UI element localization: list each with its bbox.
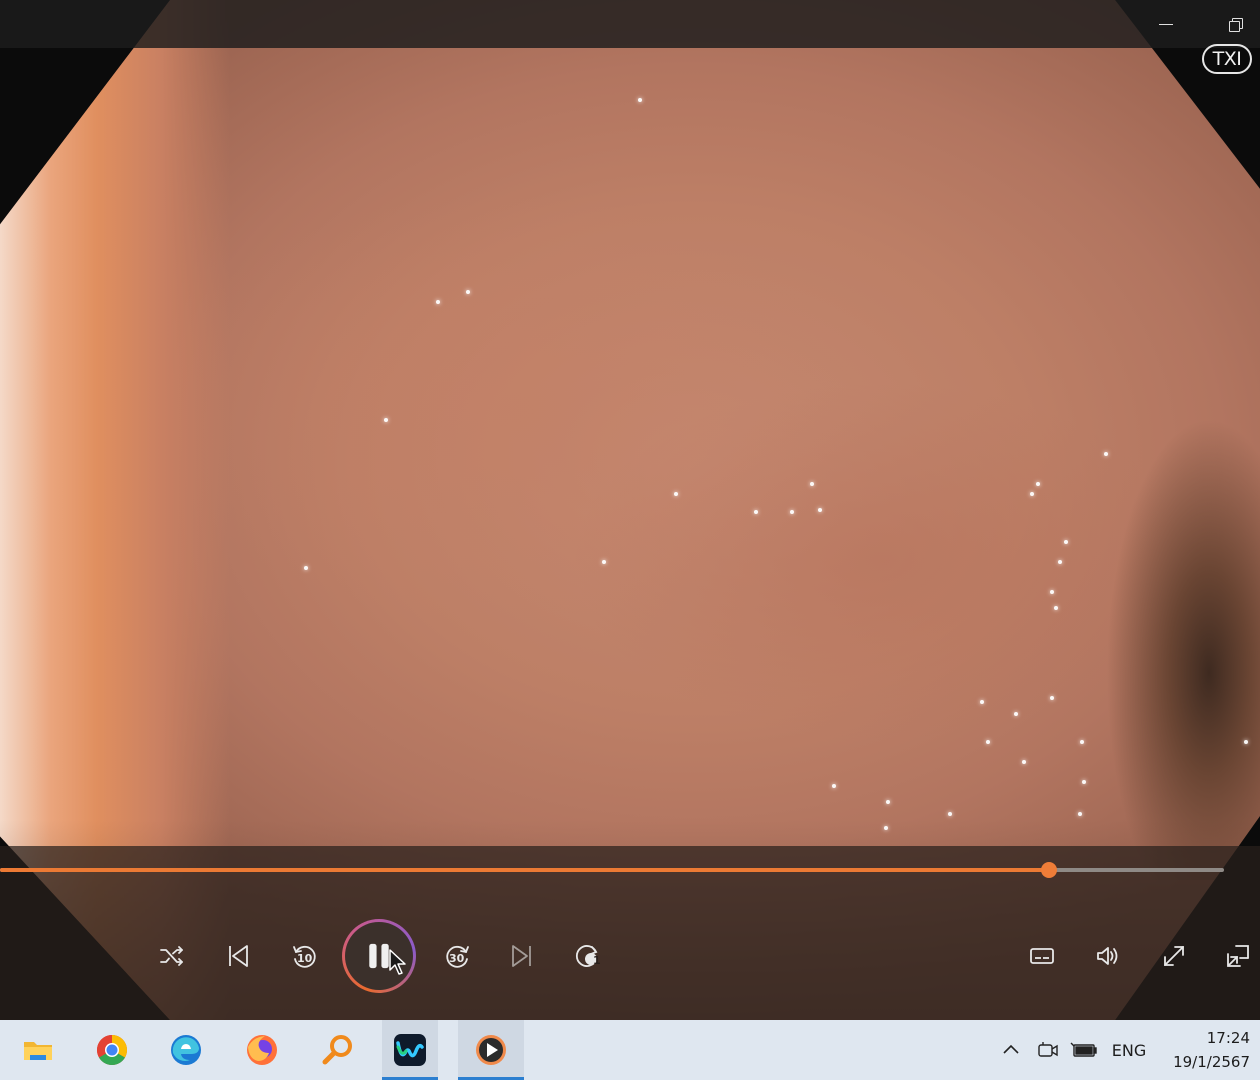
tray-clock[interactable]: 17:24 19/1/2567 (1160, 1026, 1250, 1074)
next-icon (512, 945, 531, 967)
video-glint (1050, 696, 1054, 700)
skip-back-seconds: 10 (297, 952, 313, 965)
taskbar-app-media-player[interactable] (458, 1020, 524, 1080)
video-glint (1054, 606, 1058, 610)
clock-time: 17:24 (1206, 1029, 1250, 1047)
taskbar-app-webex[interactable] (382, 1020, 438, 1080)
taskbar-app-search-tool[interactable] (310, 1020, 366, 1080)
tray-battery-button[interactable] (1068, 1020, 1100, 1080)
video-glint (980, 700, 984, 704)
miniplayer-button[interactable] (1216, 934, 1260, 978)
video-glint (1058, 560, 1062, 564)
video-glint (1064, 540, 1068, 544)
video-glint (1104, 452, 1108, 456)
video-glint (886, 800, 890, 804)
edge-icon (171, 1035, 201, 1065)
control-panel: 10 30 1 (0, 846, 1260, 1020)
video-shadow-right (1090, 420, 1260, 880)
search-tool-icon (322, 1035, 352, 1065)
video-glint (1030, 492, 1034, 496)
subtitles-button[interactable] (1020, 934, 1064, 978)
video-glint (1080, 740, 1084, 744)
webex-icon (394, 1034, 426, 1066)
repeat-button[interactable]: 1 (566, 934, 610, 978)
title-bar (0, 0, 1260, 48)
video-glint (1022, 760, 1026, 764)
taskbar-app-edge[interactable] (158, 1020, 214, 1080)
next-button[interactable] (500, 934, 544, 978)
video-glint (602, 560, 606, 564)
minimize-button[interactable] (1143, 0, 1189, 48)
video-glint (674, 492, 678, 496)
repeat-count: 1 (593, 954, 601, 967)
video-glint (754, 510, 758, 514)
chrome-icon (96, 1035, 128, 1066)
video-glint (1082, 780, 1086, 784)
tray-camera-button[interactable] (1034, 1020, 1062, 1080)
miniplayer-icon (1227, 945, 1249, 967)
shuffle-button[interactable] (150, 934, 194, 978)
restore-icon (1229, 18, 1243, 32)
restore-button[interactable] (1212, 0, 1258, 48)
previous-icon (229, 945, 248, 967)
video-glint (638, 98, 642, 102)
tray-language[interactable]: ENG (1108, 1020, 1150, 1080)
fullscreen-icon (1164, 946, 1184, 966)
volume-button[interactable] (1086, 934, 1130, 978)
taskbar-app-firefox[interactable] (234, 1020, 290, 1080)
video-glint (790, 510, 794, 514)
video-glint (948, 812, 952, 816)
video-glint (466, 290, 470, 294)
firefox-icon (247, 1035, 277, 1065)
video-glint (832, 784, 836, 788)
video-glint (1014, 712, 1018, 716)
mouse-cursor-icon (389, 949, 406, 975)
taskbar-app-file-explorer[interactable] (10, 1020, 66, 1080)
seek-bar-progress (0, 868, 1049, 872)
volume-icon (1097, 947, 1118, 965)
seek-bar-thumb[interactable] (1040, 862, 1057, 878)
video-glint (884, 826, 888, 830)
seek-bar[interactable] (0, 862, 1224, 878)
tray-overflow-button[interactable] (996, 1020, 1026, 1080)
skip-forward-seconds: 30 (449, 952, 465, 965)
shuffle-icon (160, 946, 183, 966)
file-explorer-icon (24, 1042, 52, 1060)
video-glint (1036, 482, 1040, 486)
fullscreen-button[interactable] (1152, 934, 1196, 978)
skip-forward-button[interactable]: 30 (436, 934, 480, 978)
media-player-window: TXI 10 30 1 ENG 17:24 19/1/2567 (0, 0, 1260, 1080)
media-player-icon (476, 1035, 506, 1065)
clock-date: 19/1/2567 (1173, 1053, 1250, 1071)
taskbar-app-chrome[interactable] (84, 1020, 140, 1080)
video-glint (1078, 812, 1082, 816)
subtitles-icon (1030, 948, 1054, 964)
video-glint (384, 418, 388, 422)
video-glint (304, 566, 308, 570)
camera-off-icon (1038, 1042, 1058, 1057)
video-glint (1244, 740, 1248, 744)
video-glint (818, 508, 822, 512)
battery-icon (1070, 1042, 1097, 1057)
txi-badge: TXI (1202, 44, 1252, 74)
video-glint (436, 300, 440, 304)
minimize-icon (1159, 23, 1173, 25)
video-glint (810, 482, 814, 486)
previous-button[interactable] (216, 934, 260, 978)
video-glint (1050, 590, 1054, 594)
skip-back-button[interactable]: 10 (282, 934, 326, 978)
video-glint (986, 740, 990, 744)
chevron-up-icon (1003, 1044, 1019, 1054)
taskbar: ENG 17:24 19/1/2567 (0, 1020, 1260, 1080)
